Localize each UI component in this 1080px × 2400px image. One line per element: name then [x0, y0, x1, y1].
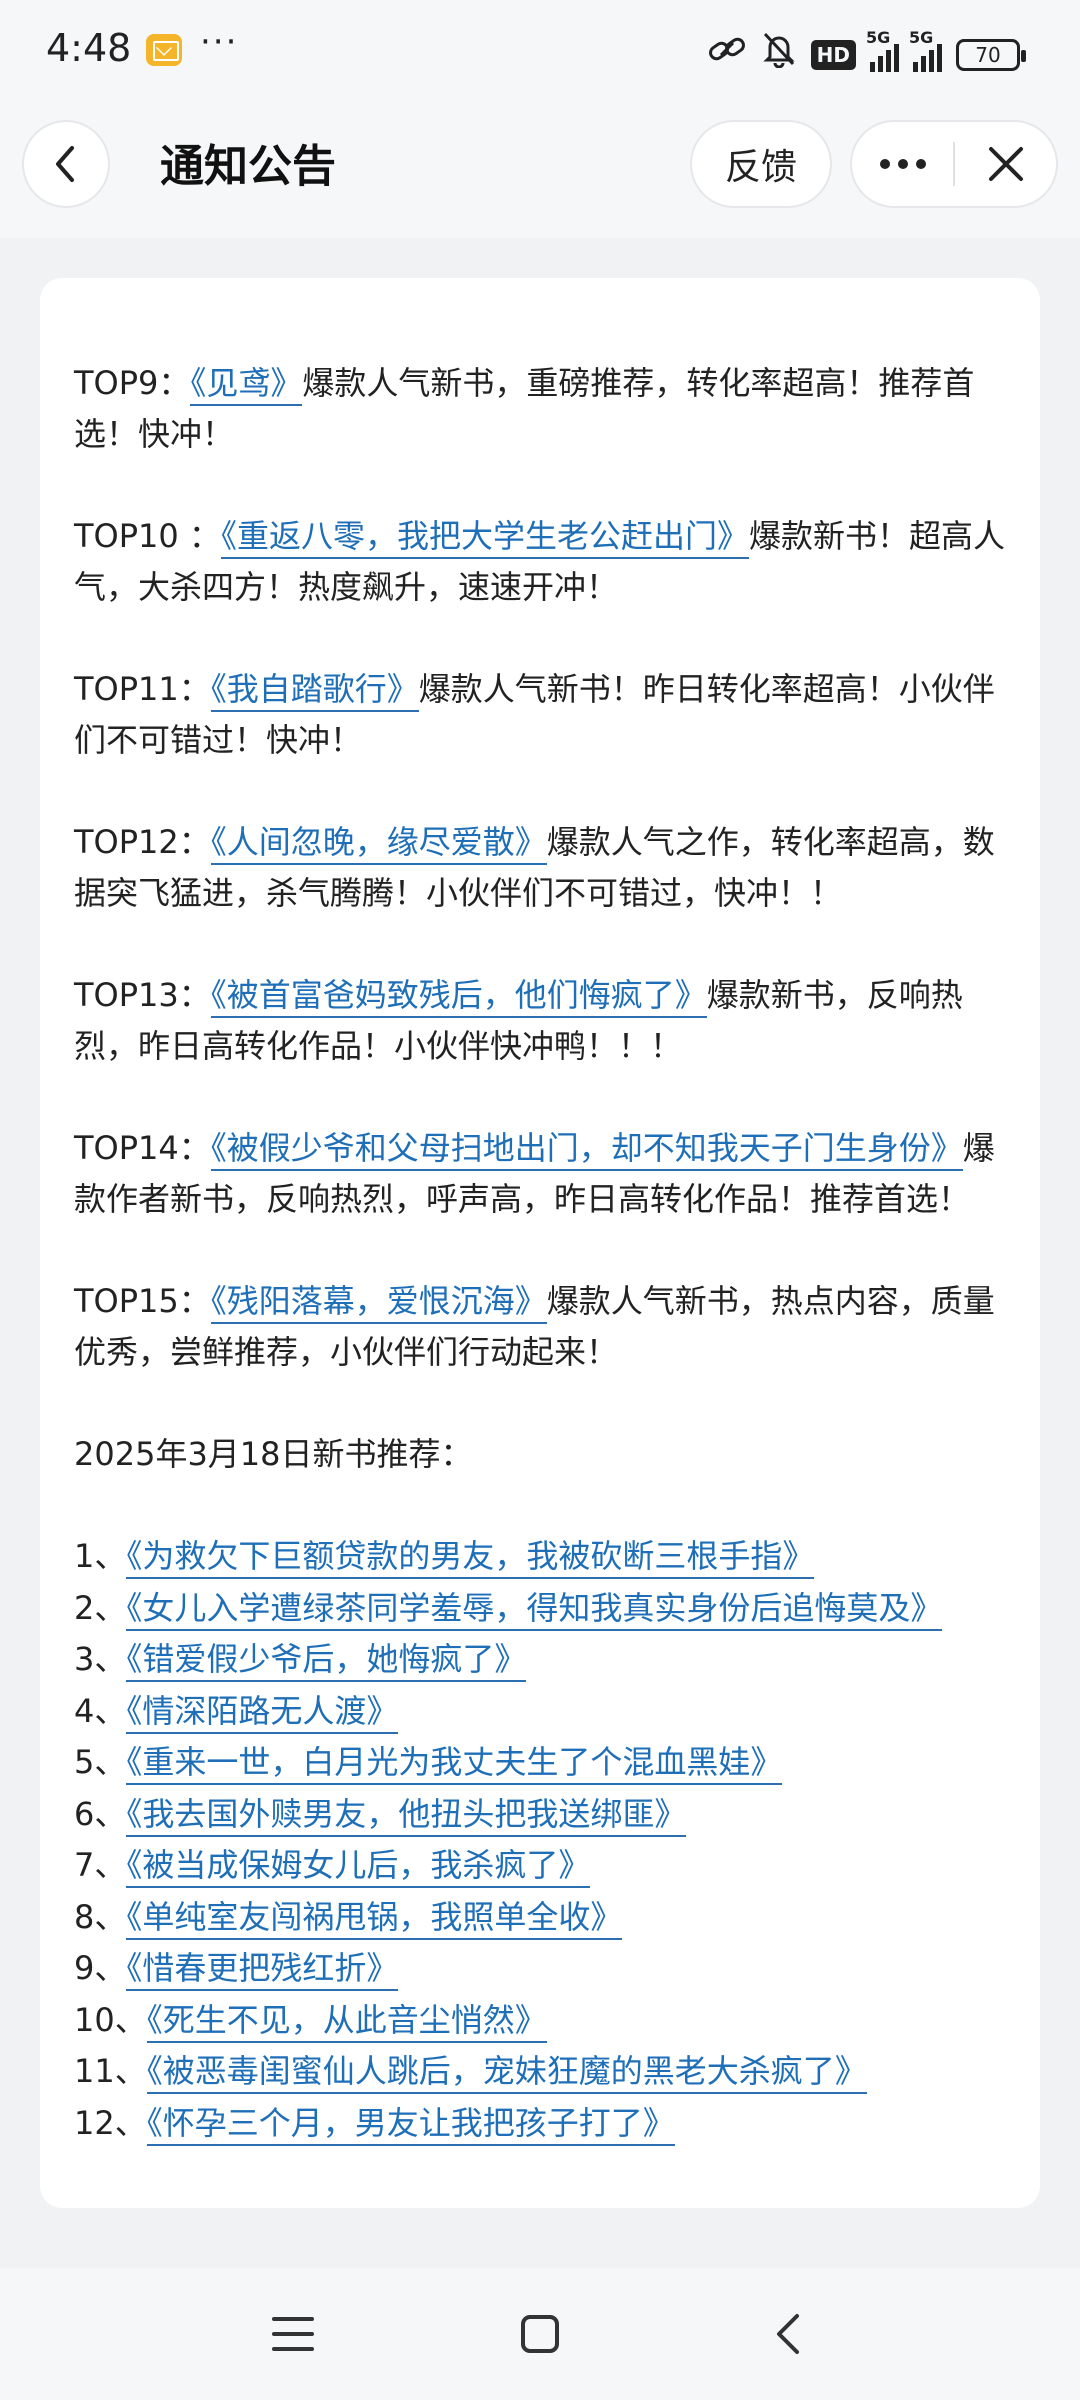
- list-number: 11、: [74, 2052, 147, 2090]
- list-number: 3、: [74, 1640, 127, 1678]
- book-link[interactable]: 《见鸢》: [190, 364, 303, 406]
- ranking-label: TOP12：: [74, 823, 211, 861]
- list-number: 12、: [74, 2103, 147, 2142]
- nav-back-button[interactable]: [747, 2294, 827, 2374]
- close-button[interactable]: [955, 122, 1056, 206]
- list-number: 9、: [74, 1949, 127, 1987]
- book-link[interactable]: 《我去国外赎男友，他扭头把我送绑匪》: [126, 1794, 687, 1837]
- feedback-button[interactable]: 反馈: [690, 120, 832, 208]
- list-number: 8、: [74, 1897, 127, 1936]
- book-link[interactable]: 《单纯室友闯祸甩锅，我照单全收》: [126, 1897, 623, 1940]
- signal-5g-1-icon: 5G: [866, 28, 899, 72]
- list-item: 7、《被当成保姆女儿后，我杀疯了》: [74, 1840, 1006, 1892]
- recommend-date-heading: 2025年3月18日新书推荐：: [74, 1435, 473, 1473]
- list-number: 4、: [74, 1691, 127, 1730]
- list-item: 8、《单纯室友闯祸甩锅，我照单全收》: [74, 1892, 1006, 1944]
- book-link[interactable]: 《人间忽晚，缘尽爱散》: [210, 823, 547, 865]
- ranking-label: TOP14：: [74, 1129, 211, 1167]
- hd-badge: HD: [810, 39, 856, 70]
- mail-notification-icon: [146, 34, 182, 66]
- status-icons: HD 5G 5G 70: [707, 28, 1026, 79]
- book-link[interactable]: 《惜春更把残红折》: [126, 1949, 399, 1991]
- book-link[interactable]: 《怀孕三个月，男友让我把孩子打了》: [146, 2103, 675, 2146]
- book-link[interactable]: 《被首富爸妈致残后，他们悔疯了》: [210, 976, 707, 1018]
- list-item: 1、《为救欠下巨额贷款的男友，我被砍断三根手指》: [74, 1531, 1006, 1583]
- ranking-label: TOP9：: [74, 364, 191, 402]
- back-button[interactable]: [22, 120, 110, 208]
- system-nav-bar: [0, 2268, 1080, 2400]
- book-link[interactable]: 《为救欠下巨额贷款的男友，我被砍断三根手指》: [126, 1537, 815, 1579]
- ranking-entry-top15: TOP15：《残阳落幕，爱恨沉海》爆款人气新书，热点内容，质量优秀，尝鲜推荐，小…: [74, 1276, 1006, 1378]
- list-number: 5、: [74, 1743, 127, 1781]
- mute-bell-icon: [761, 30, 797, 79]
- ranking-entry-top14: TOP14：《被假少爷和父母扫地出门，却不知我天子门生身份》爆款作者新书，反响热…: [74, 1123, 1006, 1225]
- list-item: 2、《女儿入学遭绿茶同学羞辱，得知我真实身份后追悔莫及》: [74, 1583, 1006, 1635]
- signal-5g-2-icon: 5G: [909, 28, 942, 72]
- nav-menu-button[interactable]: [253, 2294, 333, 2374]
- list-item: 11、《被恶毒闺蜜仙人跳后，宠妹狂魔的黑老大杀疯了》: [74, 2046, 1006, 2098]
- status-time: 4:48: [46, 26, 132, 70]
- book-link[interactable]: 《情深陌路无人渡》: [126, 1691, 399, 1734]
- more-button[interactable]: [852, 122, 953, 206]
- menu-icon: [272, 2317, 315, 2351]
- book-link[interactable]: 《被假少爷和父母扫地出门，却不知我天子门生身份》: [210, 1129, 963, 1171]
- book-link[interactable]: 《女儿入学遭绿茶同学羞辱，得知我真实身份后追悔莫及》: [126, 1588, 943, 1631]
- book-link[interactable]: 《错爱假少爷后，她悔疯了》: [126, 1640, 527, 1682]
- nav-home-button[interactable]: [500, 2294, 580, 2374]
- list-number: 6、: [74, 1794, 127, 1833]
- ranking-label: TOP11：: [74, 670, 211, 708]
- home-square-icon: [520, 2315, 559, 2353]
- list-item: 10、《死生不见，从此音尘悄然》: [74, 1995, 1006, 2047]
- ranking-entry-top10: TOP10 ：《重返八零，我把大学生老公赶出门》爆款新书！超高人气，大杀四方！热…: [74, 511, 1006, 613]
- page-title: 通知公告: [160, 141, 336, 192]
- book-link[interactable]: 《死生不见，从此音尘悄然》: [146, 2000, 547, 2043]
- ranking-entry-top11: TOP11：《我自踏歌行》爆款人气新书！昨日转化率超高！小伙伴们不可错过！快冲！: [74, 664, 1006, 766]
- book-link[interactable]: 《被恶毒闺蜜仙人跳后，宠妹狂魔的黑老大杀疯了》: [146, 2052, 867, 2094]
- book-link[interactable]: 《重来一世，白月光为我丈夫生了个混血黑娃》: [126, 1743, 783, 1785]
- list-item: 9、《惜春更把残红折》: [74, 1943, 1006, 1995]
- book-link[interactable]: 《残阳落幕，爱恨沉海》: [210, 1282, 547, 1324]
- list-item: 12、《怀孕三个月，男友让我把孩子打了》: [74, 2098, 1006, 2150]
- list-number: 1、: [74, 1537, 127, 1575]
- list-item: 6、《我去国外赎男友，他扭头把我送绑匪》: [74, 1789, 1006, 1841]
- chevron-left-icon: [56, 146, 74, 182]
- recommend-list: 1、《为救欠下巨额贷款的男友，我被砍断三根手指》 2、《女儿入学遭绿茶同学羞辱，…: [74, 1531, 1006, 2149]
- close-icon: [988, 147, 1023, 181]
- ranking-label: TOP13：: [74, 976, 211, 1014]
- ranking-label: TOP10 ：: [74, 517, 221, 555]
- top-bar: 通知公告 反馈: [0, 100, 1080, 238]
- list-number: 7、: [74, 1846, 127, 1884]
- more-dots-icon: [879, 159, 926, 169]
- ranking-entry-top9: TOP9：《见鸢》爆款人气新书，重磅推荐，转化率超高！推荐首选！快冲！: [74, 358, 1006, 460]
- list-item: 4、《情深陌路无人渡》: [74, 1686, 1006, 1738]
- book-link[interactable]: 《重返八零，我把大学生老公赶出门》: [220, 517, 749, 559]
- status-more-icon: ···: [200, 22, 239, 62]
- status-bar: 4:48 ··· HD 5G 5G 70: [0, 0, 1080, 100]
- list-number: 2、: [74, 1588, 127, 1627]
- list-item: 5、《重来一世，白月光为我丈夫生了个混血黑娃》: [74, 1737, 1006, 1789]
- battery-icon: 70: [956, 38, 1026, 71]
- list-number: 10、: [74, 2000, 147, 2039]
- mini-program-capsule: [850, 120, 1058, 208]
- battery-level: 70: [975, 42, 1001, 67]
- book-link[interactable]: 《我自踏歌行》: [210, 670, 419, 712]
- book-link[interactable]: 《被当成保姆女儿后，我杀疯了》: [126, 1846, 591, 1888]
- ranking-entry-top13: TOP13：《被首富爸妈致残后，他们悔疯了》爆款新书，反响热烈，昨日高转化作品！…: [74, 970, 1006, 1072]
- back-triangle-icon: [776, 2314, 799, 2354]
- link-icon: [707, 31, 747, 78]
- list-item: 3、《错爱假少爷后，她悔疯了》: [74, 1634, 1006, 1686]
- ranking-label: TOP15：: [74, 1282, 211, 1320]
- notice-card: TOP9：《见鸢》爆款人气新书，重磅推荐，转化率超高！推荐首选！快冲！ TOP1…: [40, 278, 1040, 2208]
- ranking-entry-top12: TOP12：《人间忽晚，缘尽爱散》爆款人气之作，转化率超高，数据突飞猛进，杀气腾…: [74, 817, 1006, 919]
